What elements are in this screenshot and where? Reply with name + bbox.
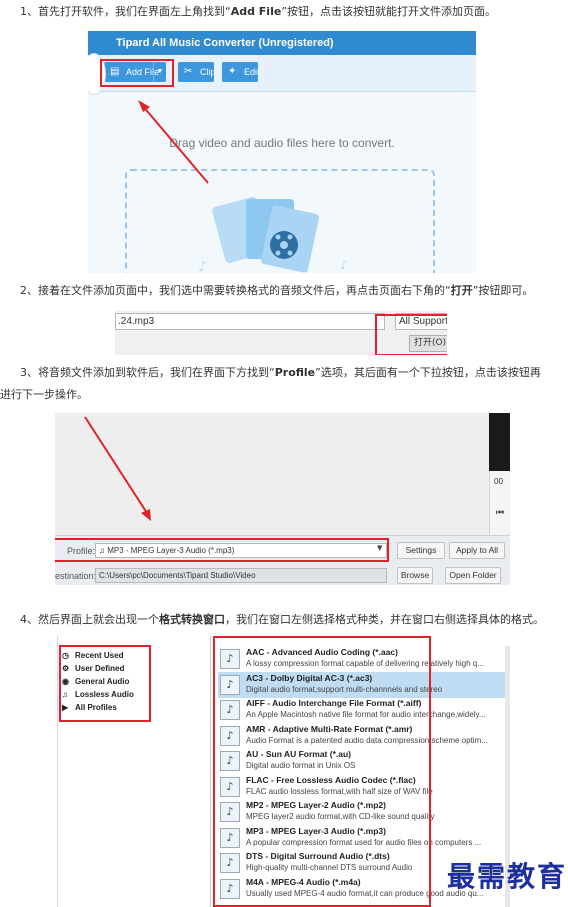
svg-text:♪: ♪ (198, 259, 207, 273)
filename-field[interactable]: .24.mp3 (115, 313, 385, 330)
screenshot-format-window: ◷ Recent Used ⚙ User Defined ◉ General Audi… (57, 636, 510, 907)
arrow-pointer (84, 416, 151, 521)
svg-text:♪: ♪ (340, 258, 348, 272)
highlight-box (375, 314, 447, 355)
step-1-text: 1、首先打开软件，我们在界面左上角找到“Add File”按钮，点击该按钮就能打… (20, 5, 497, 18)
highlight-box (213, 636, 431, 907)
step-2-text: 2、接着在文件添加页面中，我们选中需要转换格式的音频文件后，再点击页面右下角的“… (20, 284, 534, 297)
screenshot-open-dialog: .24.mp3 All Supporte 打开(O) (115, 311, 447, 355)
highlight-box (59, 645, 151, 722)
watermark: 最需教育 (447, 860, 568, 893)
step-3-text: 3、将音频文件添加到软件后，我们在界面下方找到“Profile”选项，其后面有一… (20, 366, 541, 379)
drop-illustration: ♪ ♪ (138, 100, 348, 273)
step-3-text-line2: 进行下一步操作。 (0, 388, 88, 401)
screenshot-add-file: Tipard All Music Converter (Unregistered… (88, 31, 476, 273)
arrow-pointer (138, 100, 209, 184)
file-icons-illustration: ♪ ♪ (198, 196, 348, 273)
step-4-text: 4、然后界面上就会出现一个格式转换窗口，我们在窗口左侧选择格式种类，并在窗口右侧… (20, 613, 544, 626)
screenshot-profile: 00 ⏮ Profile: ♫ MP3 - MPEG Layer-3 Audio… (55, 413, 510, 585)
